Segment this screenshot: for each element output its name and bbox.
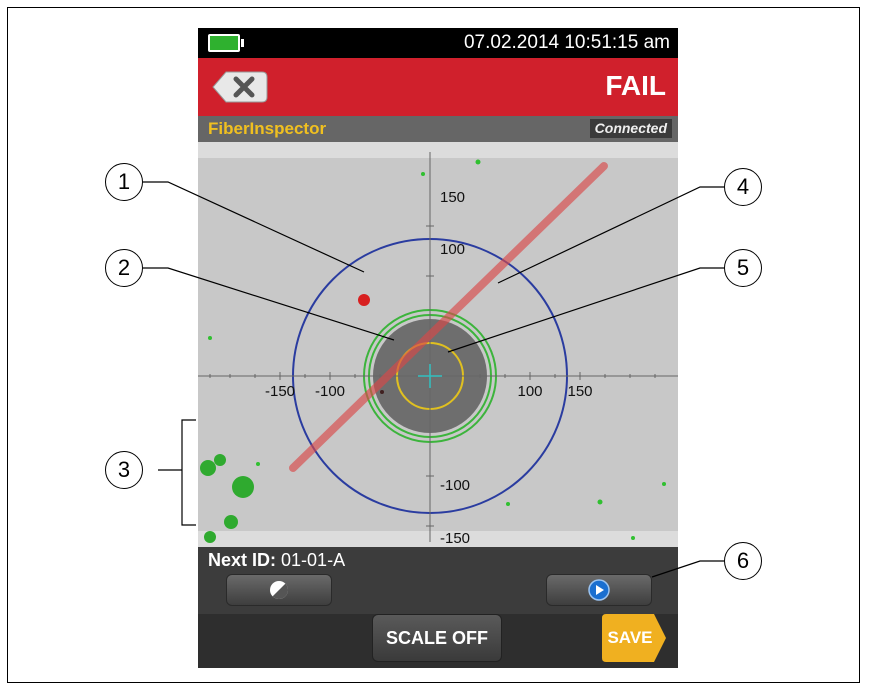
callout-5: 5 (724, 249, 762, 287)
callout-leader-lines (143, 181, 724, 578)
callout-1: 1 (105, 163, 143, 201)
callout-4: 4 (724, 168, 762, 206)
callout-2: 2 (105, 249, 143, 287)
callout-3: 3 (105, 451, 143, 489)
callout-6: 6 (724, 542, 762, 580)
